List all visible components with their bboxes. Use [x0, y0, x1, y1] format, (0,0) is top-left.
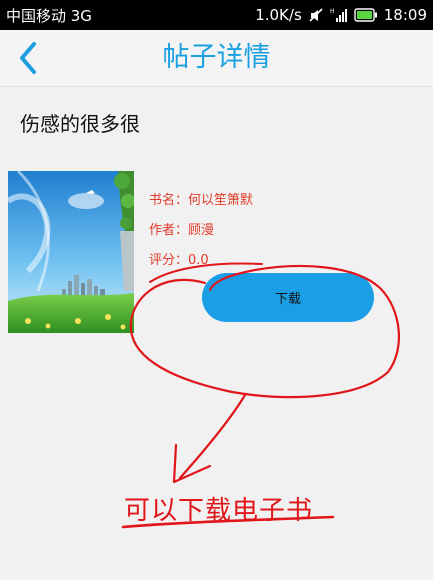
annotation-text: 可以下载电子书: [124, 496, 314, 526]
book-author: 作者：顾漫: [149, 223, 215, 238]
svg-text:H: H: [330, 8, 335, 15]
status-right: 1.0K/s H 18:09: [255, 6, 427, 24]
title-bar: 帖子详情: [0, 30, 433, 87]
mute-icon: [308, 7, 324, 23]
battery-icon: [354, 8, 378, 22]
page-title: 帖子详情: [162, 42, 271, 73]
screen: 中国移动 3G 1.0K/s H 18:09 帖子详情 伤感的很多很 书名：何以…: [0, 0, 433, 580]
carrier-label: 中国移动 3G: [6, 6, 92, 25]
status-bar: 中国移动 3G 1.0K/s H 18:09: [0, 0, 433, 30]
book-cover-image: [8, 171, 134, 333]
annotation-arrow-head: [172, 443, 212, 484]
clock: 18:09: [383, 6, 427, 24]
post-title: 伤感的很多很: [20, 112, 140, 136]
book-name: 书名：何以笙箫默: [149, 193, 254, 208]
net-speed: 1.0K/s: [255, 6, 302, 24]
signal-icon: H: [330, 7, 348, 23]
download-button[interactable]: 下载: [202, 273, 374, 322]
book-rating: 评分：0.0: [149, 253, 209, 268]
annotation-arrow-shaft: [178, 393, 247, 480]
